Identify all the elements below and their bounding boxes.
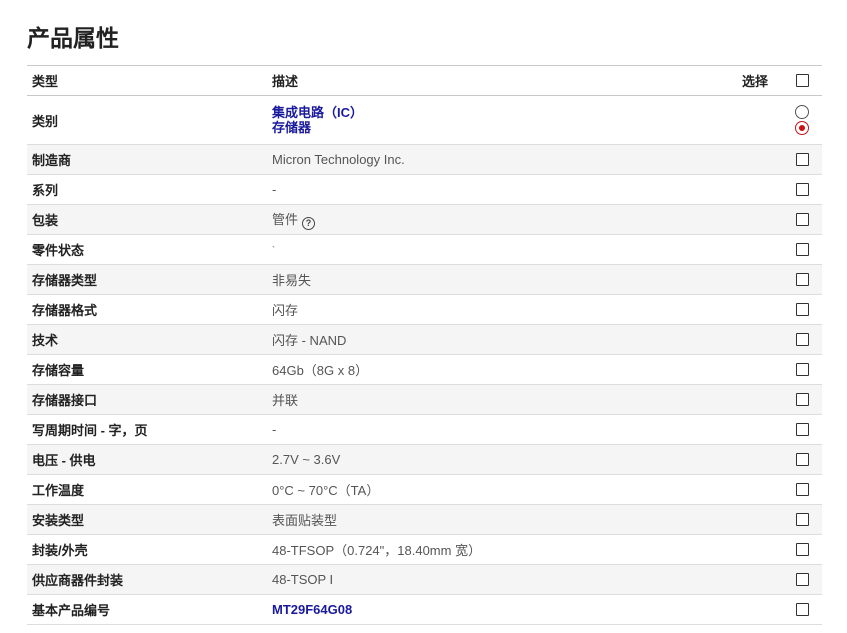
category-link-ic[interactable]: 集成电路（IC） (272, 105, 742, 120)
row-checkbox[interactable] (795, 333, 809, 346)
row-label: 存储器类型 (32, 273, 98, 288)
row-checkbox[interactable] (795, 303, 809, 316)
table-row: 技术 闪存 - NAND (27, 325, 822, 355)
row-checkbox[interactable] (795, 513, 809, 526)
row-label: 系列 (32, 183, 59, 198)
table-row: 存储容量 64Gb（8G x 8） (27, 355, 822, 385)
row-value: ` (272, 244, 275, 255)
row-checkbox[interactable] (795, 573, 809, 586)
category-radio-group (782, 104, 822, 136)
row-checkbox[interactable] (795, 483, 809, 496)
row-checkbox[interactable] (795, 543, 809, 556)
row-value: 表面贴装型 (272, 513, 338, 528)
header-type: 类型 (32, 74, 59, 89)
table-row: 存储器接口 并联 (27, 385, 822, 415)
row-label: 零件状态 (32, 243, 85, 258)
row-value: 64Gb（8G x 8） (272, 363, 369, 378)
packaging-value: 管件 (272, 212, 299, 227)
table-header-row: 类型 描述 选择 (27, 66, 822, 96)
page-title: 产品属性 (27, 25, 119, 51)
row-value: - (272, 182, 277, 197)
table-row: 零件状态 ` (27, 235, 822, 265)
row-value: - (272, 422, 277, 437)
row-label: 技术 (32, 333, 59, 348)
row-value: 0°C ~ 70°C（TA） (272, 483, 380, 498)
table-row: 供应商器件封装 48-TSOP I (27, 565, 822, 595)
row-label: 电压 - 供电 (32, 453, 96, 468)
help-circle-icon[interactable]: ? (302, 217, 316, 230)
row-value: 48-TSOP I (272, 572, 334, 587)
row-label: 存储容量 (32, 363, 85, 378)
row-checkbox[interactable] (795, 183, 809, 196)
header-description: 描述 (272, 74, 299, 89)
row-label: 类别 (32, 113, 59, 129)
row-checkbox[interactable] (795, 393, 809, 406)
row-checkbox[interactable] (795, 603, 809, 616)
row-value: 非易失 (272, 273, 312, 288)
table-row: 存储器类型 非易失 (27, 265, 822, 295)
row-label: 制造商 (32, 153, 72, 168)
category-radio-memory[interactable] (795, 121, 809, 135)
row-checkbox[interactable] (795, 243, 809, 256)
row-value: MT29F64G08 (272, 602, 742, 617)
table-row-category: 类别 集成电路（IC） 存储器 (27, 96, 822, 145)
row-checkbox[interactable] (795, 153, 809, 166)
table-row: 封装/外壳 48-TFSOP（0.724"，18.40mm 宽） (27, 535, 822, 565)
row-checkbox[interactable] (795, 213, 809, 226)
row-label: 包装 (32, 213, 59, 228)
row-checkbox[interactable] (795, 363, 809, 376)
row-value: 48-TFSOP（0.724"，18.40mm 宽） (272, 543, 482, 558)
row-checkbox[interactable] (795, 423, 809, 436)
row-label: 存储器接口 (32, 393, 98, 408)
row-label: 工作温度 (32, 483, 85, 498)
category-link-memory[interactable]: 存储器 (272, 120, 742, 135)
row-value: 闪存 - NAND (272, 333, 347, 348)
table-row: 基本产品编号 MT29F64G08 (27, 595, 822, 625)
row-label: 供应商器件封装 (32, 573, 124, 588)
row-value: 并联 (272, 393, 299, 408)
row-label: 存储器格式 (32, 303, 98, 318)
row-label: 安装类型 (32, 513, 85, 528)
table-row: 存储器格式 闪存 (27, 295, 822, 325)
table-row: 工作温度 0°C ~ 70°C（TA） (27, 475, 822, 505)
row-value: 管件? (272, 209, 742, 230)
base-product-number-link[interactable]: MT29F64G08 (272, 602, 352, 617)
table-row: 写周期时间 - 字，页 - (27, 415, 822, 445)
row-value: 集成电路（IC） 存储器 (272, 105, 742, 135)
table-row: 制造商 Micron Technology Inc. (27, 145, 822, 175)
row-value: 2.7V ~ 3.6V (272, 452, 341, 467)
header-select: 选择 (742, 74, 769, 89)
row-checkbox[interactable] (795, 273, 809, 286)
row-label: 基本产品编号 (32, 603, 111, 618)
table-row: 系列 - (27, 175, 822, 205)
row-value: 闪存 (272, 303, 299, 318)
table-row: 电压 - 供电 2.7V ~ 3.6V (27, 445, 822, 475)
table-row: 包装 管件? (27, 205, 822, 235)
product-attributes-table: 类型 描述 选择 类别 集成电路（IC） 存储器 制造商 Micron Tech… (27, 65, 822, 625)
row-value: Micron Technology Inc. (272, 152, 405, 167)
category-radio-ic[interactable] (795, 105, 809, 119)
row-label: 写周期时间 - 字，页 (32, 423, 148, 438)
select-all-checkbox[interactable] (795, 74, 809, 87)
row-label: 封装/外壳 (32, 543, 88, 558)
table-row: 安装类型 表面贴装型 (27, 505, 822, 535)
row-checkbox[interactable] (795, 453, 809, 466)
